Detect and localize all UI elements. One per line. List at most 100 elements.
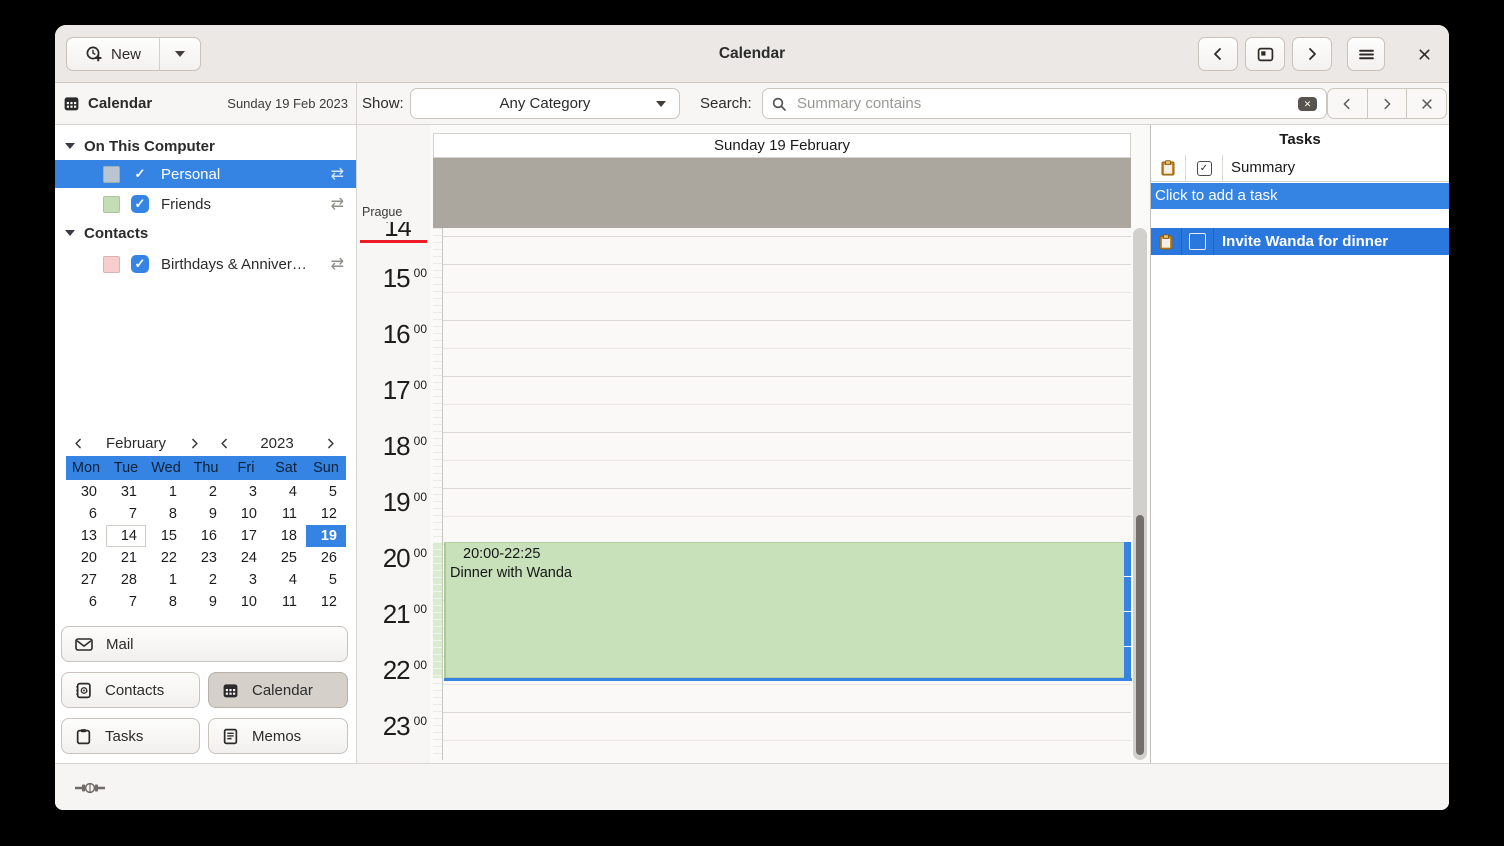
minical-day[interactable]: 3	[226, 481, 266, 503]
search-input[interactable]	[795, 94, 1292, 113]
today-button[interactable]	[1245, 37, 1285, 71]
next-button[interactable]	[1292, 37, 1332, 71]
tasks-complete-column-header[interactable]: ✓	[1186, 155, 1223, 181]
minical-day[interactable]: 27	[66, 569, 106, 591]
minical-day[interactable]: 4	[266, 481, 306, 503]
minical-day[interactable]: 12	[306, 591, 346, 613]
minical-day[interactable]: 12	[306, 503, 346, 525]
minical-day[interactable]: 23	[186, 547, 226, 569]
nav-contacts-button[interactable]: Contacts	[61, 672, 200, 708]
minical-day[interactable]: 2	[186, 569, 226, 591]
minical-day[interactable]: 26	[306, 547, 346, 569]
minical-prev-month-button[interactable]	[66, 432, 90, 454]
sidebar-group-on-this-computer[interactable]: On This Computer	[55, 133, 356, 159]
category-dropdown[interactable]: Any Category	[410, 88, 680, 119]
event-extent-ticks	[433, 542, 442, 678]
minical-day[interactable]: 21	[106, 547, 146, 569]
chevron-right-icon	[1304, 46, 1320, 62]
minical-day[interactable]: 25	[266, 547, 306, 569]
minical-prev-year-button[interactable]	[212, 432, 236, 454]
minical-day[interactable]: 28	[106, 569, 146, 591]
minical-day[interactable]: 8	[146, 591, 186, 613]
nav-label: Memos	[252, 728, 301, 745]
minical-day[interactable]: 14	[106, 525, 146, 547]
minical-day[interactable]: 9	[186, 503, 226, 525]
minical-day[interactable]: 6	[66, 503, 106, 525]
minical-day[interactable]: 11	[266, 503, 306, 525]
event-dinner-with-wanda[interactable]: 20:00-22:25 Dinner with Wanda	[444, 542, 1125, 678]
minical-day[interactable]: 6	[66, 591, 106, 613]
minical-day[interactable]: 7	[106, 503, 146, 525]
online-status-plug-icon[interactable]	[75, 781, 105, 795]
task-row[interactable]: Invite Wanda for dinner	[1151, 228, 1449, 255]
minical-day[interactable]: 30	[66, 481, 106, 503]
minical-day[interactable]: 17	[226, 525, 266, 547]
new-button[interactable]: New	[67, 38, 160, 70]
search-next-button[interactable]	[1367, 88, 1408, 119]
minical-day[interactable]: 9	[186, 591, 226, 613]
minical-next-month-button[interactable]	[182, 432, 206, 454]
window-close-button[interactable]	[1405, 37, 1443, 71]
menu-button[interactable]	[1347, 37, 1385, 71]
minical-day[interactable]: 18	[266, 525, 306, 547]
minical-month-label: February	[90, 435, 182, 452]
calendar-row-friends[interactable]: ✓ Friends ⇄	[55, 190, 356, 218]
minical-day[interactable]: 10	[226, 503, 266, 525]
nav-label: Tasks	[105, 728, 143, 745]
minical-day[interactable]: 20	[66, 547, 106, 569]
event-resize-handle[interactable]	[1124, 542, 1131, 681]
allday-section[interactable]	[433, 158, 1131, 228]
nav-memos-button[interactable]: Memos	[208, 718, 348, 754]
category-value: Any Category	[500, 95, 591, 112]
minical-day[interactable]: 4	[266, 569, 306, 591]
minical-day[interactable]: 22	[146, 547, 186, 569]
clear-search-icon[interactable]: ✕	[1298, 97, 1317, 111]
chevron-left-icon	[1210, 46, 1226, 62]
minical-day[interactable]: 19	[306, 525, 346, 547]
minical-day[interactable]: 7	[106, 591, 146, 613]
nav-mail-button[interactable]: Mail	[61, 626, 348, 662]
calendar-color-swatch	[103, 196, 120, 213]
day-header[interactable]: Sunday 19 February	[433, 133, 1131, 158]
minical-day[interactable]: 1	[146, 569, 186, 591]
minical-day[interactable]: 31	[106, 481, 146, 503]
minical-day[interactable]: 3	[226, 569, 266, 591]
minical-day[interactable]: 16	[186, 525, 226, 547]
sidebar-group-contacts[interactable]: Contacts	[55, 220, 356, 246]
checkbox-checked[interactable]: ✓	[131, 165, 149, 183]
minical-day[interactable]: 1	[146, 481, 186, 503]
timezone-label[interactable]: Prague	[362, 205, 402, 219]
current-date-label: Sunday 19 Feb 2023	[227, 96, 348, 111]
time-grid[interactable]: 20:00-22:25 Dinner with Wanda	[442, 228, 1131, 760]
calendar-row-birthdays[interactable]: ✓ Birthdays & Anniver… ⇄	[55, 250, 356, 278]
nav-tasks-button[interactable]: Tasks	[61, 718, 200, 754]
task-complete-cell[interactable]	[1182, 228, 1214, 255]
minical-next-year-button[interactable]	[318, 432, 342, 454]
minical-day[interactable]: 13	[66, 525, 106, 547]
checkbox-unchecked[interactable]	[1189, 233, 1206, 250]
search-box: ✕	[762, 88, 1327, 119]
new-dropdown-button[interactable]	[160, 38, 200, 70]
nav-calendar-button[interactable]: Calendar	[208, 672, 348, 708]
checkbox-checked[interactable]: ✓	[131, 255, 149, 273]
minical-day[interactable]: 10	[226, 591, 266, 613]
minical-day[interactable]: 5	[306, 481, 346, 503]
search-close-button[interactable]	[1406, 88, 1447, 119]
minical-day[interactable]: 24	[226, 547, 266, 569]
add-task-row[interactable]: Click to add a task	[1151, 183, 1449, 209]
day-grid-area[interactable]: 20:00-22:25 Dinner with Wanda	[433, 228, 1131, 760]
checkbox-checked[interactable]: ✓	[131, 195, 149, 213]
day-view-scrollbar[interactable]	[1133, 228, 1147, 760]
minical-day[interactable]: 11	[266, 591, 306, 613]
minical-day[interactable]: 2	[186, 481, 226, 503]
tasks-summary-column-header[interactable]: Summary	[1223, 155, 1449, 181]
minical-day[interactable]: 5	[306, 569, 346, 591]
minical-day[interactable]: 8	[146, 503, 186, 525]
calendar-row-personal[interactable]: ✓ Personal ⇄	[55, 160, 356, 188]
search-previous-button[interactable]	[1327, 88, 1368, 119]
minical-weekday: Fri	[226, 456, 266, 480]
minical-day[interactable]: 15	[146, 525, 186, 547]
tasks-type-column-header[interactable]	[1151, 155, 1186, 181]
previous-button[interactable]	[1198, 37, 1238, 71]
scrollbar-thumb[interactable]	[1136, 515, 1144, 755]
